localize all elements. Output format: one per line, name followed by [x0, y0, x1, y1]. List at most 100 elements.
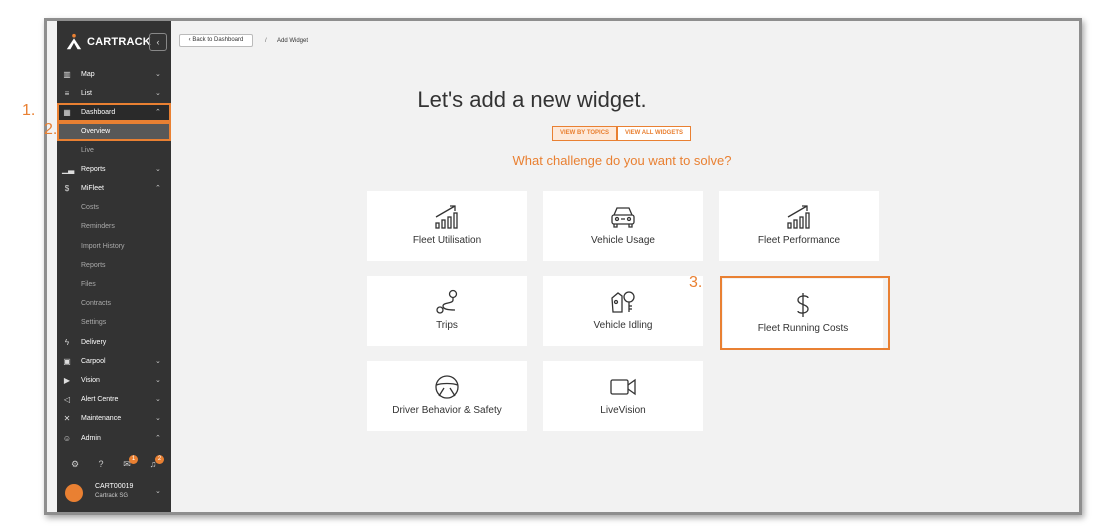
- dashboard-icon: ▦: [63, 108, 71, 117]
- app-window: CARTRACK ‹ ▥ Map ⌄ ≡ List ⌄ ▦ Dashboard …: [44, 18, 1082, 515]
- widget-card-label: Fleet Performance: [757, 235, 841, 246]
- chevron-down-icon: ⌄: [155, 90, 161, 97]
- widget-card-driver-behavior[interactable]: Driver Behavior & Safety: [367, 361, 527, 431]
- sidebar-item-label: MiFleet: [81, 185, 104, 192]
- widget-card-fleet-performance[interactable]: Fleet Performance: [719, 191, 879, 261]
- sidebar-item-label: Reports: [81, 166, 106, 173]
- camera-icon: ▶: [63, 376, 71, 385]
- sidebar-item-label: Dashboard: [81, 109, 116, 116]
- gear-icon[interactable]: ⚙: [69, 458, 81, 470]
- sidebar-item-map[interactable]: ▥ Map ⌄: [57, 65, 171, 84]
- sidebar-item-label: Settings: [81, 319, 107, 326]
- chevron-left-icon: ‹: [156, 37, 160, 47]
- sidebar-item-mifleet[interactable]: $ MiFleet ⌃: [57, 179, 171, 198]
- page-title: Let's add a new widget.: [417, 87, 647, 112]
- car-icon: [611, 207, 635, 228]
- sidebar-item-label: Carpool: [81, 358, 106, 365]
- dollar-icon: $: [64, 184, 70, 193]
- sidebar-item-reports[interactable]: ▁▃ Reports ⌄: [57, 160, 171, 179]
- sidebar-item-label: Costs: [81, 204, 99, 211]
- sidebar-footer: ⚙ ? ✉ 1 ♫ 2 CART00019 Cartrack SG ⌄: [57, 454, 171, 512]
- sidebar-item-delivery[interactable]: ϟ Delivery: [57, 333, 171, 352]
- tab-view-all-widgets[interactable]: VIEW ALL WIDGETS: [617, 126, 691, 141]
- sidebar-item-overview[interactable]: Overview: [57, 122, 171, 141]
- sidebar-item-label: List: [81, 90, 92, 97]
- sidebar-item-carpool[interactable]: ▣ Carpool ⌄: [57, 352, 171, 371]
- chevron-up-icon: ⌃: [155, 185, 161, 192]
- steering-wheel-icon: [435, 375, 459, 399]
- widget-card-trips[interactable]: Trips: [367, 276, 527, 346]
- video-camera-icon: [610, 378, 636, 396]
- calendar-icon: ▣: [63, 357, 71, 366]
- avatar[interactable]: [65, 484, 83, 502]
- sidebar-item-label: Reminders: [81, 223, 115, 230]
- sidebar-item-dashboard[interactable]: ▦ Dashboard ⌃: [57, 103, 171, 122]
- tools-icon: ✕: [63, 414, 71, 423]
- chevron-down-icon: ⌄: [155, 71, 161, 78]
- messages-icon[interactable]: ✉ 1: [121, 455, 138, 470]
- sidebar-item-label: Delivery: [81, 339, 107, 346]
- widget-card-label: Trips: [436, 320, 458, 331]
- sidebar: CARTRACK ‹ ▥ Map ⌄ ≡ List ⌄ ▦ Dashboard …: [57, 21, 171, 512]
- megaphone-icon: ◁: [63, 395, 71, 404]
- chevron-down-icon: ⌄: [155, 166, 161, 173]
- sidebar-item-alert-centre[interactable]: ◁ Alert Centre ⌄: [57, 390, 171, 409]
- logo-row: CARTRACK ‹: [57, 21, 171, 61]
- breadcrumb-separator: /: [265, 38, 267, 44]
- chevron-down-icon: ⌄: [155, 415, 161, 422]
- sidebar-item-import-history[interactable]: Import History: [57, 237, 171, 256]
- sidebar-item-mifleet-reports[interactable]: Reports: [57, 256, 171, 275]
- user-org: Cartrack SG: [95, 493, 129, 499]
- widget-card-livevision[interactable]: LiveVision: [543, 361, 703, 431]
- route-icon: [436, 289, 458, 314]
- chevron-up-icon: ⌃: [155, 435, 161, 442]
- widget-card-label: Fleet Utilisation: [412, 235, 482, 246]
- widget-card-label: LiveVision: [600, 405, 646, 416]
- sidebar-item-label: Files: [81, 281, 96, 288]
- bar-chart-icon: ▁▃: [62, 165, 75, 174]
- tab-view-by-topics[interactable]: VIEW BY TOPICS: [552, 126, 617, 141]
- highlight-box-fleet-running-costs: [720, 276, 890, 350]
- sidebar-item-label: Alert Centre: [81, 396, 119, 403]
- help-icon[interactable]: ?: [95, 458, 107, 470]
- widget-card-label: Driver Behavior & Safety: [392, 405, 502, 416]
- chevron-down-icon: ⌄: [155, 396, 161, 403]
- alert-badge: 2: [155, 455, 164, 464]
- step-1-label: 1.: [22, 102, 36, 119]
- back-to-dashboard-button[interactable]: ‹ Back to Dashboard: [179, 34, 253, 47]
- sidebar-item-label: Live: [81, 147, 94, 154]
- sidebar-item-label: Map: [81, 71, 95, 78]
- sidebar-item-list[interactable]: ≡ List ⌄: [57, 84, 171, 103]
- sidebar-item-vision[interactable]: ▶ Vision ⌄: [57, 371, 171, 390]
- sidebar-item-settings[interactable]: Settings: [57, 313, 171, 332]
- sidebar-item-maintenance[interactable]: ✕ Maintenance ⌄: [57, 409, 171, 428]
- chevron-down-icon: ⌄: [155, 377, 161, 384]
- list-icon: ≡: [64, 89, 70, 98]
- sidebar-item-contracts[interactable]: Contracts: [57, 294, 171, 313]
- widget-card-fleet-utilisation[interactable]: Fleet Utilisation: [367, 191, 527, 261]
- growth-chart-icon: [435, 205, 458, 229]
- widget-card-vehicle-idling[interactable]: Vehicle Idling: [543, 276, 703, 346]
- sidebar-item-label: Contracts: [81, 300, 111, 307]
- back-button-label: Back to Dashboard: [192, 37, 244, 43]
- sidebar-item-admin[interactable]: ☺ Admin ⌃: [57, 429, 171, 448]
- chevron-down-icon[interactable]: ⌄: [155, 487, 161, 495]
- step-2-label: 2.: [44, 121, 58, 138]
- step-3-label: 3.: [689, 274, 703, 291]
- sidebar-item-live[interactable]: Live: [57, 141, 171, 160]
- cartrack-logo-icon: [66, 33, 82, 50]
- chevron-down-icon: ⌄: [155, 358, 161, 365]
- brand-name: CARTRACK: [87, 36, 151, 48]
- sidebar-item-label: Maintenance: [81, 415, 122, 422]
- sidebar-item-label: Import History: [81, 243, 125, 250]
- sidebar-item-label: Reports: [81, 262, 106, 269]
- sidebar-item-label: Vision: [81, 377, 100, 384]
- sidebar-item-costs[interactable]: Costs: [57, 198, 171, 217]
- users-icon: ☺: [62, 434, 72, 443]
- sidebar-item-reminders[interactable]: Reminders: [57, 217, 171, 236]
- bell-icon[interactable]: ♫ 2: [147, 455, 164, 470]
- widget-card-vehicle-usage[interactable]: Vehicle Usage: [543, 191, 703, 261]
- collapse-sidebar-button[interactable]: ‹: [149, 33, 167, 51]
- sidebar-item-files[interactable]: Files: [57, 275, 171, 294]
- breadcrumb-current: Add Widget: [277, 38, 309, 44]
